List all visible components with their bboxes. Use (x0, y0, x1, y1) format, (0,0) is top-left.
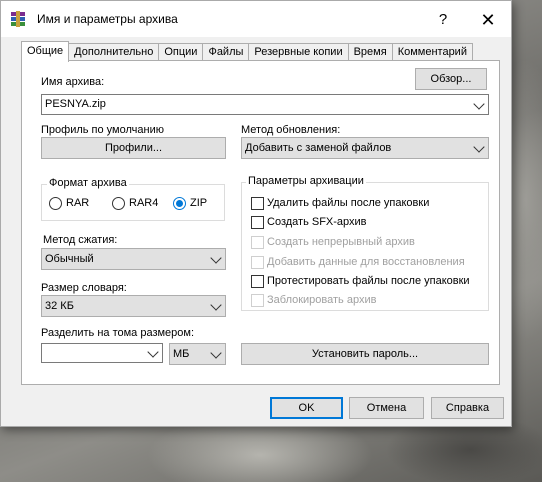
chevron-down-icon (210, 347, 222, 359)
tab-general[interactable]: Общие (21, 41, 70, 62)
tab-comment[interactable]: Комментарий (391, 43, 473, 61)
archive-name-combo[interactable]: PESNYA.zip (41, 94, 489, 115)
checkbox-solid-archive (251, 236, 264, 249)
archiving-options-title: Параметры архивации (246, 175, 366, 187)
chevron-down-icon (210, 299, 222, 311)
archive-dialog: Имя и параметры архива ? ✕ Общие Дополни… (0, 0, 512, 427)
checkbox-lock-archive-label: Заблокировать архив (267, 294, 377, 306)
help-button-label: Справка (445, 402, 490, 414)
checkbox-delete-files[interactable] (251, 197, 264, 210)
radio-rar[interactable] (49, 197, 62, 210)
checkbox-lock-archive (251, 294, 264, 307)
profiles-button-label: Профили... (104, 142, 163, 154)
tab-backup[interactable]: Резервные копии (248, 43, 349, 61)
radio-zip[interactable] (173, 197, 186, 210)
update-method-select[interactable]: Добавить с заменой файлов (241, 137, 489, 159)
archive-name-label: Имя архива: (41, 76, 105, 88)
dictionary-size-value: 32 КБ (45, 300, 74, 312)
window-title: Имя и параметры архива (37, 12, 178, 26)
browse-button-label: Обзор... (430, 73, 472, 85)
general-tab-page: Имя архива: Обзор... PESNYA.zip Профиль … (21, 60, 500, 385)
checkbox-delete-files-label[interactable]: Удалить файлы после упаковки (267, 197, 429, 209)
radio-zip-label[interactable]: ZIP (190, 197, 207, 209)
ok-button-label: OK (298, 402, 315, 414)
profiles-button[interactable]: Профили... (41, 137, 226, 159)
checkbox-recovery-record-label: Добавить данные для восстановления (267, 256, 465, 268)
compression-method-select[interactable]: Обычный (41, 248, 226, 270)
set-password-button[interactable]: Установить пароль... (241, 343, 489, 365)
chevron-down-icon[interactable] (473, 98, 485, 110)
split-unit-value: МБ (173, 348, 190, 360)
archive-format-title: Формат архива (47, 177, 129, 189)
set-password-button-label: Установить пароль... (311, 348, 419, 360)
dictionary-size-select[interactable]: 32 КБ (41, 295, 226, 317)
chevron-down-icon (210, 252, 222, 264)
tab-advanced[interactable]: Дополнительно (68, 43, 160, 61)
chevron-down-icon (473, 141, 485, 153)
close-icon[interactable]: ✕ (468, 7, 508, 33)
compression-method-label: Метод сжатия: (43, 234, 118, 246)
archive-name-value: PESNYA.zip (45, 98, 106, 110)
cancel-button[interactable]: Отмена (349, 397, 424, 419)
update-method-label: Метод обновления: (241, 124, 341, 136)
radio-rar-label[interactable]: RAR (66, 197, 89, 209)
help-button[interactable]: Справка (431, 397, 504, 419)
cancel-button-label: Отмена (366, 402, 407, 414)
chevron-down-icon[interactable] (147, 346, 159, 358)
tab-files[interactable]: Файлы (202, 43, 250, 61)
checkbox-test-files[interactable] (251, 275, 264, 288)
browse-button[interactable]: Обзор... (415, 68, 487, 90)
split-unit-select[interactable]: МБ (169, 343, 226, 365)
checkbox-recovery-record (251, 256, 264, 269)
checkbox-test-files-label[interactable]: Протестировать файлы после упаковки (267, 275, 470, 287)
checkbox-create-sfx-label[interactable]: Создать SFX-архив (267, 216, 367, 228)
dictionary-size-label: Размер словаря: (41, 282, 127, 294)
help-icon[interactable]: ? (423, 7, 463, 33)
split-volumes-label: Разделить на тома размером: (41, 327, 195, 339)
tab-strip: Общие Дополнительно Опции Файлы Резервны… (21, 41, 473, 62)
update-method-value: Добавить с заменой файлов (245, 142, 392, 154)
checkbox-create-sfx[interactable] (251, 216, 264, 229)
tab-options[interactable]: Опции (158, 43, 204, 61)
radio-rar4[interactable] (112, 197, 125, 210)
split-size-combo[interactable] (41, 343, 163, 363)
title-bar[interactable]: Имя и параметры архива ? ✕ (1, 1, 511, 37)
tab-time[interactable]: Время (347, 43, 393, 61)
radio-rar4-label[interactable]: RAR4 (129, 197, 158, 209)
ok-button[interactable]: OK (270, 397, 343, 419)
checkbox-solid-archive-label: Создать непрерывный архив (267, 236, 415, 248)
winrar-icon (11, 11, 25, 27)
default-profile-label: Профиль по умолчанию (41, 124, 164, 136)
compression-method-value: Обычный (45, 253, 94, 265)
